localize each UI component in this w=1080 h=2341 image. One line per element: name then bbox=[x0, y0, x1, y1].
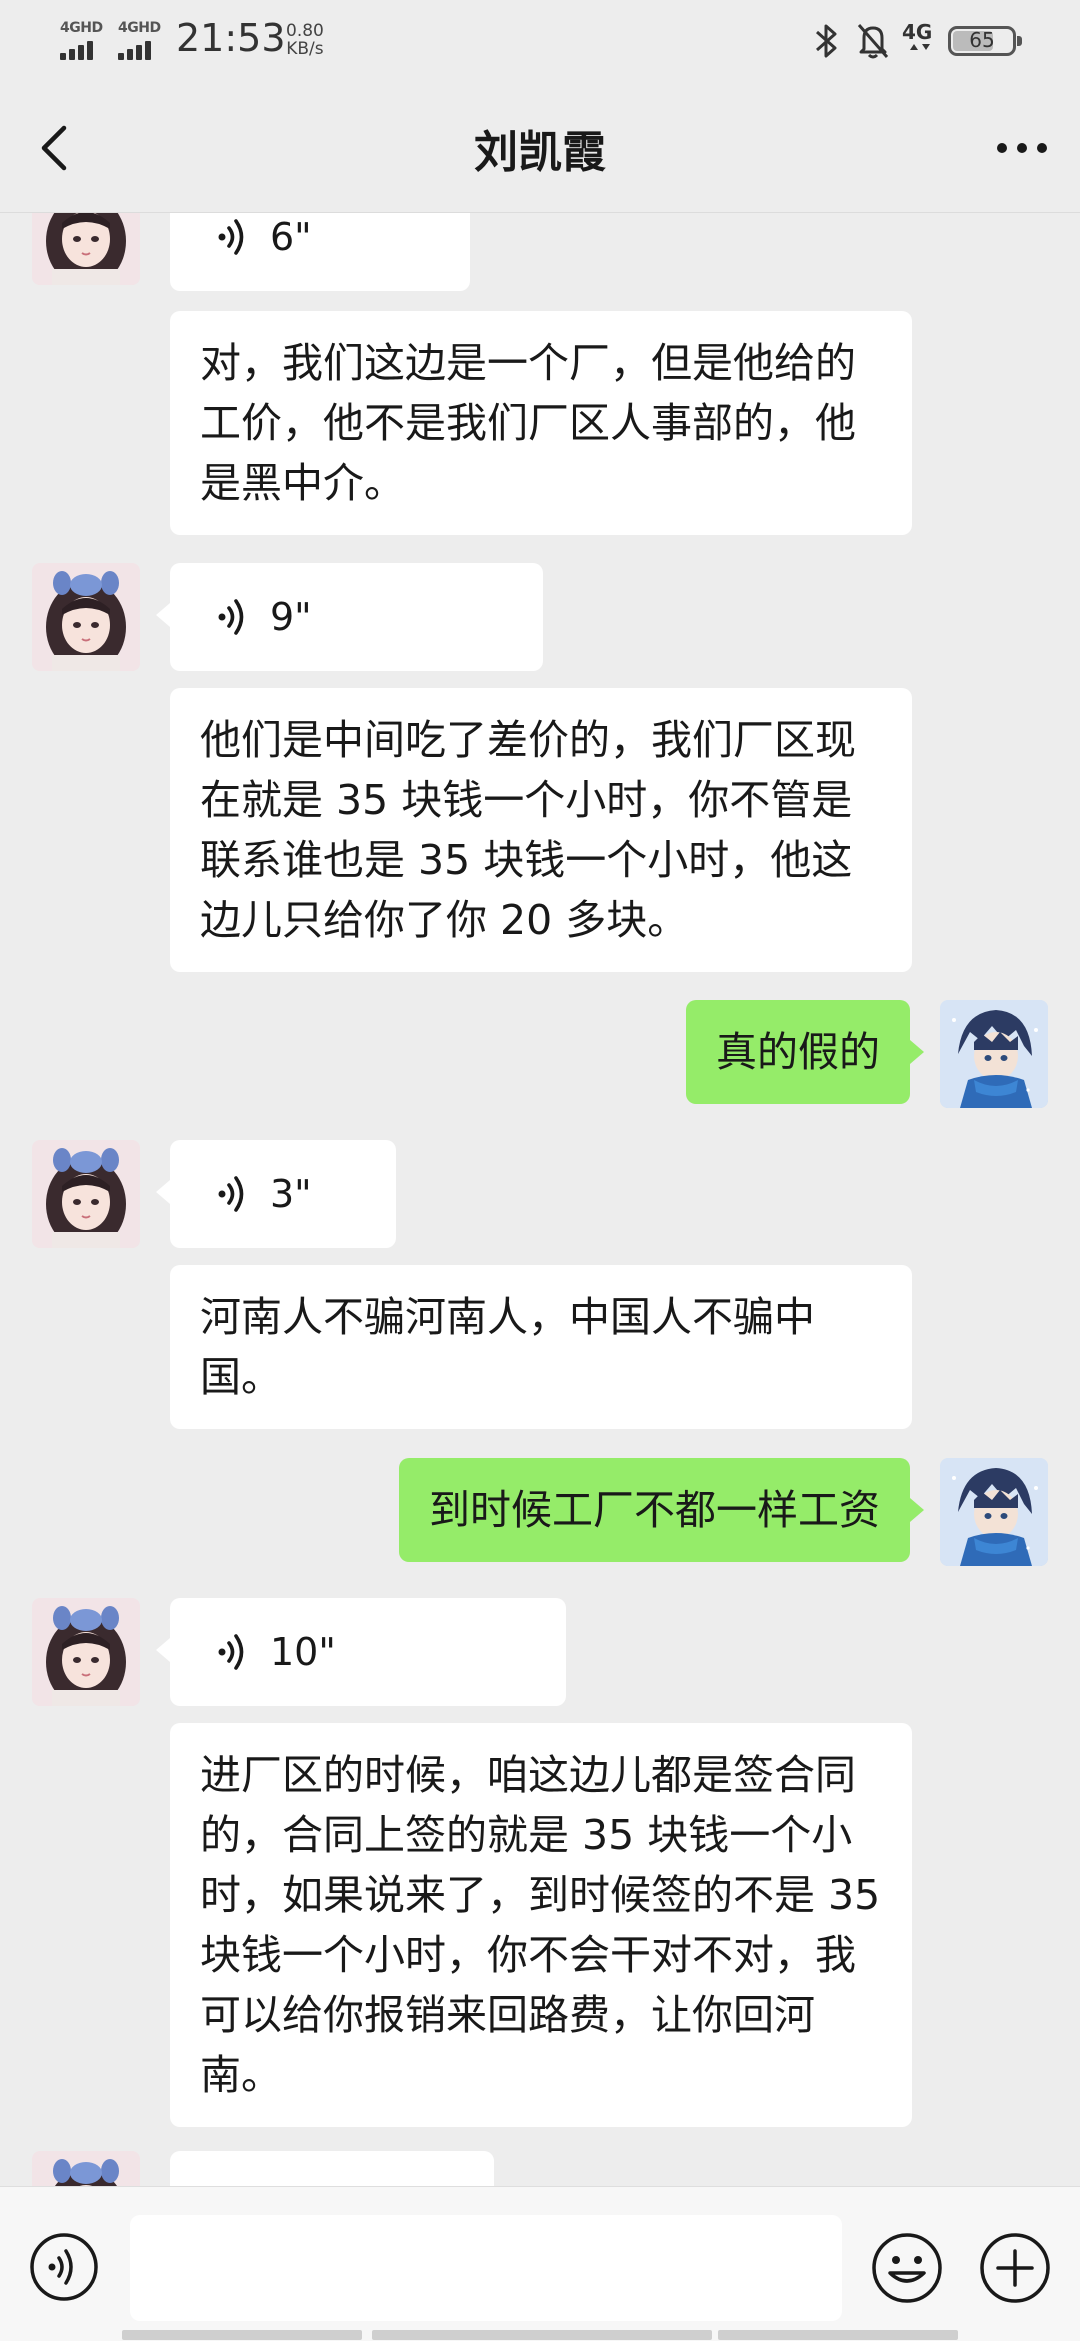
mute-bell-icon bbox=[857, 24, 889, 59]
bluetooth-icon bbox=[816, 24, 837, 58]
network-label: 4GHD bbox=[60, 20, 103, 36]
message-list[interactable]: 6" 对，我们这边是一个厂，但是他给的工价，他不是我们厂区人事部的，他是黑中介。… bbox=[0, 213, 1080, 2186]
message-input[interactable] bbox=[130, 2215, 842, 2321]
avatar[interactable] bbox=[32, 2151, 140, 2186]
plus-icon[interactable] bbox=[978, 2231, 1052, 2305]
avatar[interactable] bbox=[32, 1598, 140, 1706]
system-nav-indicator bbox=[122, 2330, 362, 2340]
voice-duration: 3" bbox=[270, 1172, 312, 1216]
signal-icon: 4GHD bbox=[116, 20, 168, 60]
message-text: 到时候工厂不都一样工资 bbox=[429, 1486, 880, 1534]
voice-message[interactable] bbox=[170, 2151, 494, 2186]
text-message[interactable]: 他们是中间吃了差价的，我们厂区现在就是 35 块钱一个小时，你不管是联系谁也是 … bbox=[170, 688, 912, 972]
message-text: 河南人不骗河南人，中国人不骗中国。 bbox=[200, 1293, 815, 1401]
system-nav-indicator bbox=[718, 2330, 958, 2340]
battery-icon: 65 bbox=[948, 26, 1022, 56]
speed-value: 0.80 bbox=[286, 21, 324, 41]
voice-message[interactable]: 6" bbox=[170, 213, 470, 291]
network-speed: 0.80 KB/s bbox=[286, 22, 324, 58]
message-text: 他们是中间吃了差价的，我们厂区现在就是 35 块钱一个小时，你不管是联系谁也是 … bbox=[200, 716, 856, 944]
text-message[interactable]: 进厂区的时候，咱这边儿都是签合同的，合同上签的就是 35 块钱一个小时，如果说来… bbox=[170, 1723, 912, 2127]
chat-title: 刘凯霞 bbox=[474, 127, 606, 178]
battery-level: 65 bbox=[969, 28, 995, 52]
system-nav-indicator bbox=[372, 2330, 712, 2340]
voice-wave-icon bbox=[214, 1174, 254, 1214]
text-message[interactable]: 河南人不骗河南人，中国人不骗中国。 bbox=[170, 1265, 912, 1429]
message-text: 对，我们这边是一个厂，但是他给的工价，他不是我们厂区人事部的，他是黑中介。 bbox=[200, 339, 856, 507]
voice-duration: 6" bbox=[270, 215, 312, 259]
avatar[interactable] bbox=[32, 1140, 140, 1248]
voice-message[interactable]: 3" bbox=[156, 1140, 396, 1248]
text-message[interactable]: 对，我们这边是一个厂，但是他给的工价，他不是我们厂区人事部的，他是黑中介。 bbox=[170, 311, 912, 535]
network-label: 4GHD bbox=[118, 20, 161, 36]
voice-input-icon[interactable] bbox=[28, 2231, 100, 2303]
emoji-icon[interactable] bbox=[870, 2231, 944, 2305]
text-message[interactable]: 真的假的 bbox=[686, 1000, 924, 1104]
voice-duration: 10" bbox=[270, 1630, 336, 1674]
voice-message[interactable]: 10" bbox=[156, 1598, 566, 1706]
signal-icon: 4GHD bbox=[58, 20, 110, 60]
avatar[interactable] bbox=[940, 1458, 1048, 1566]
input-bar bbox=[0, 2186, 1080, 2341]
avatar[interactable] bbox=[940, 1000, 1048, 1108]
voice-message[interactable]: 9" bbox=[156, 563, 543, 671]
avatar[interactable] bbox=[32, 213, 140, 285]
voice-wave-icon bbox=[214, 1632, 254, 1672]
voice-wave-icon bbox=[214, 217, 254, 257]
message-text: 进厂区的时候，咱这边儿都是签合同的，合同上签的就是 35 块钱一个小时，如果说来… bbox=[200, 1751, 881, 2099]
text-message[interactable]: 到时候工厂不都一样工资 bbox=[399, 1458, 924, 1562]
chat-header: 刘凯霞 bbox=[0, 84, 1080, 213]
mobile-data-icon: 4G bbox=[900, 20, 940, 60]
clock: 21:53 bbox=[176, 16, 286, 60]
status-bar: 4GHD 4GHD 21:53 0.80 KB/s 4G 65 bbox=[0, 0, 1080, 84]
message-text: 真的假的 bbox=[716, 1028, 880, 1076]
more-dots-icon[interactable] bbox=[994, 124, 1050, 172]
speed-unit: KB/s bbox=[286, 39, 324, 59]
voice-wave-icon bbox=[214, 597, 254, 637]
voice-duration: 9" bbox=[270, 595, 312, 639]
avatar[interactable] bbox=[32, 563, 140, 671]
